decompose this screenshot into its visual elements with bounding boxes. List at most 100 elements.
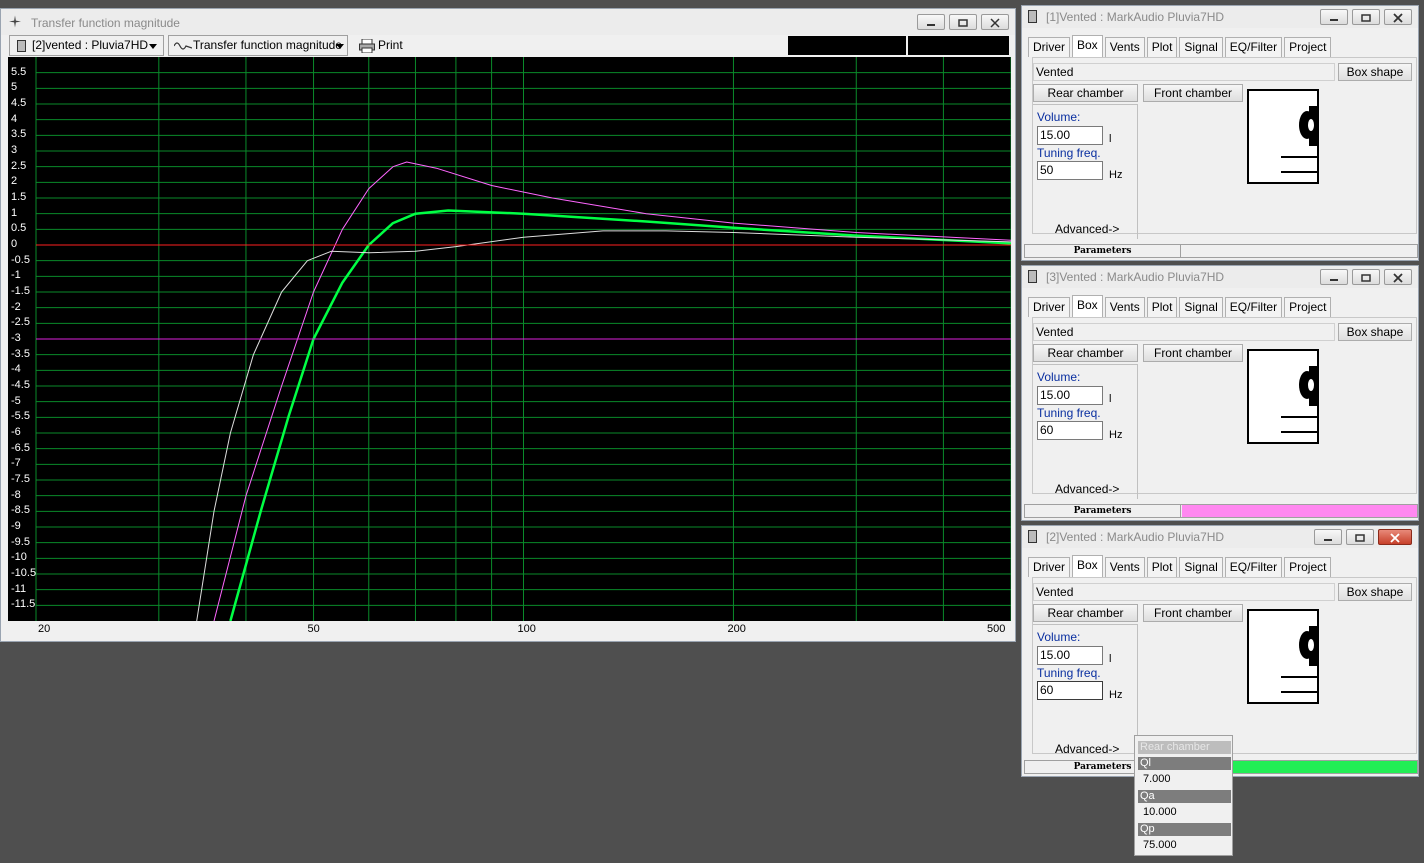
- tab-driver[interactable]: Driver: [1028, 37, 1070, 57]
- y-tick-label: 3: [11, 144, 18, 156]
- y-tick-label: -1.5: [11, 285, 30, 297]
- y-tick-label: -9: [11, 520, 21, 532]
- volume-input[interactable]: 15.00: [1037, 386, 1103, 405]
- tab-project[interactable]: Project: [1284, 37, 1332, 57]
- tab-vents[interactable]: Vents: [1104, 557, 1145, 577]
- chamber-params-group: Volume: 15.00 l Tuning freq. 50 Hz Advan…: [1033, 104, 1138, 239]
- box-shape-button[interactable]: Box shape: [1338, 583, 1412, 601]
- popup-ql-value[interactable]: 7.000: [1143, 773, 1171, 786]
- document-icon: [1028, 270, 1037, 283]
- tab-signal[interactable]: Signal: [1179, 37, 1223, 57]
- curve-color-swatch: [1182, 245, 1417, 257]
- restore-button[interactable]: [1352, 269, 1380, 285]
- close-button[interactable]: [1384, 269, 1412, 285]
- close-button[interactable]: [1378, 529, 1412, 545]
- printer-icon: [359, 39, 375, 53]
- tab-eqfilter[interactable]: EQ/Filter: [1224, 557, 1283, 577]
- volume-input[interactable]: 15.00: [1037, 126, 1103, 145]
- tab-eqfilter[interactable]: EQ/Filter: [1224, 37, 1283, 57]
- y-tick-label: -10: [11, 551, 27, 564]
- plot-area[interactable]: 5.5 5 4.5 4 3.5 3 2.5 2 1.5 1 0.5 0 -0.5 -1 -1.5 -2 -2.5…: [8, 57, 1011, 636]
- advanced-link[interactable]: Advanced->: [1055, 482, 1119, 496]
- y-tick-label: -2: [11, 300, 21, 313]
- panel-titlebar[interactable]: [3]Vented : MarkAudio Pluvia7HD: [1022, 266, 1418, 288]
- minimize-button[interactable]: [1320, 269, 1348, 285]
- panel-tabs: Driver Box Vents Plot Signal EQ/Filter Project: [1028, 555, 1333, 577]
- advanced-link[interactable]: Advanced->: [1055, 742, 1119, 756]
- front-chamber-button[interactable]: Front chamber: [1143, 84, 1243, 102]
- transfer-function-chart: [35, 57, 1011, 621]
- rear-chamber-button[interactable]: Rear chamber: [1033, 604, 1138, 622]
- restore-icon: [1361, 274, 1371, 282]
- tab-signal[interactable]: Signal: [1179, 297, 1223, 317]
- y-tick-label: -4.5: [11, 379, 30, 391]
- minimize-button[interactable]: [917, 14, 945, 30]
- y-tick-label: -3.5: [11, 347, 30, 360]
- y-tick-label: -5: [11, 394, 21, 407]
- parameters-bar[interactable]: Parameters: [1024, 504, 1418, 518]
- tab-vents[interactable]: Vents: [1104, 297, 1145, 317]
- rear-chamber-button[interactable]: Rear chamber: [1033, 84, 1138, 102]
- restore-button[interactable]: [949, 14, 977, 30]
- panel-title: [2]Vented : MarkAudio Pluvia7HD: [1046, 530, 1225, 544]
- tab-plot[interactable]: Plot: [1146, 297, 1178, 317]
- tuning-input[interactable]: 60: [1037, 681, 1103, 700]
- main-titlebar[interactable]: Transfer function magnitude: [1, 9, 1015, 35]
- close-button[interactable]: [981, 14, 1009, 30]
- print-button[interactable]: Print: [354, 35, 404, 56]
- front-chamber-button[interactable]: Front chamber: [1143, 604, 1243, 622]
- minimize-button[interactable]: [1314, 529, 1342, 545]
- tab-box[interactable]: Box: [1072, 555, 1103, 577]
- box-shape-button[interactable]: Box shape: [1338, 323, 1412, 341]
- panel-titlebar[interactable]: [2]Vented : MarkAudio Pluvia7HD: [1022, 526, 1418, 548]
- vented-box-window: [3]Vented : MarkAudio Pluvia7HD Driver Bo…: [1021, 265, 1419, 521]
- y-tick-label: -1: [11, 269, 21, 282]
- volume-label: Volume:: [1037, 110, 1081, 124]
- tab-signal[interactable]: Signal: [1179, 557, 1223, 577]
- tuning-unit: Hz: [1109, 169, 1123, 181]
- minimize-button[interactable]: [1320, 9, 1348, 25]
- tab-project[interactable]: Project: [1284, 297, 1332, 317]
- tab-driver[interactable]: Driver: [1028, 557, 1070, 577]
- box-tab-panel: Vented Box shape Rear chamber Front cham…: [1032, 577, 1417, 759]
- tuning-input[interactable]: 50: [1037, 161, 1103, 180]
- y-tick-label: -9.5: [11, 535, 30, 548]
- tab-vents[interactable]: Vents: [1104, 37, 1145, 57]
- minimize-icon: [1324, 539, 1332, 541]
- waveform-icon: [174, 42, 192, 50]
- panel-title: [3]Vented : MarkAudio Pluvia7HD: [1046, 270, 1225, 284]
- plot-type-select[interactable]: Transfer function magnitude: [168, 35, 348, 56]
- y-tick-label: -7.5: [11, 473, 30, 485]
- rear-chamber-button[interactable]: Rear chamber: [1033, 344, 1138, 362]
- tab-box[interactable]: Box: [1072, 295, 1103, 317]
- speaker-driver-icon: [1281, 626, 1317, 693]
- close-button[interactable]: [1384, 9, 1412, 25]
- x-tick-label: 50: [307, 623, 320, 635]
- tab-plot[interactable]: Plot: [1146, 557, 1178, 577]
- tab-project[interactable]: Project: [1284, 557, 1332, 577]
- tab-plot[interactable]: Plot: [1146, 37, 1178, 57]
- y-tick-label: 4: [11, 112, 18, 125]
- tab-driver[interactable]: Driver: [1028, 297, 1070, 317]
- box-shape-button[interactable]: Box shape: [1338, 63, 1412, 81]
- panel-titlebar[interactable]: [1]Vented : MarkAudio Pluvia7HD: [1022, 6, 1418, 28]
- y-tick-label: 2.5: [11, 159, 27, 172]
- restore-button[interactable]: [1352, 9, 1380, 25]
- project-select[interactable]: [2]vented : Pluvia7HD: [9, 35, 164, 56]
- advanced-link[interactable]: Advanced->: [1055, 222, 1119, 236]
- popup-qa-value[interactable]: 10.000: [1143, 806, 1177, 819]
- y-tick-label: 2: [11, 175, 18, 188]
- parameters-bar[interactable]: Parameters: [1024, 244, 1418, 258]
- chevron-down-icon: [149, 44, 157, 49]
- tab-eqfilter[interactable]: EQ/Filter: [1224, 297, 1283, 317]
- front-chamber-button[interactable]: Front chamber: [1143, 344, 1243, 362]
- volume-input[interactable]: 15.00: [1037, 646, 1103, 665]
- tuning-input[interactable]: 60: [1037, 421, 1103, 440]
- tab-box[interactable]: Box: [1072, 35, 1103, 57]
- restore-button[interactable]: [1346, 529, 1374, 545]
- readout-box-2: [908, 36, 1009, 55]
- y-tick-label: 1.5: [11, 191, 27, 203]
- tuning-unit: Hz: [1109, 429, 1123, 441]
- y-tick-label: -10.5: [11, 567, 37, 579]
- popup-qp-value[interactable]: 75.000: [1143, 839, 1177, 852]
